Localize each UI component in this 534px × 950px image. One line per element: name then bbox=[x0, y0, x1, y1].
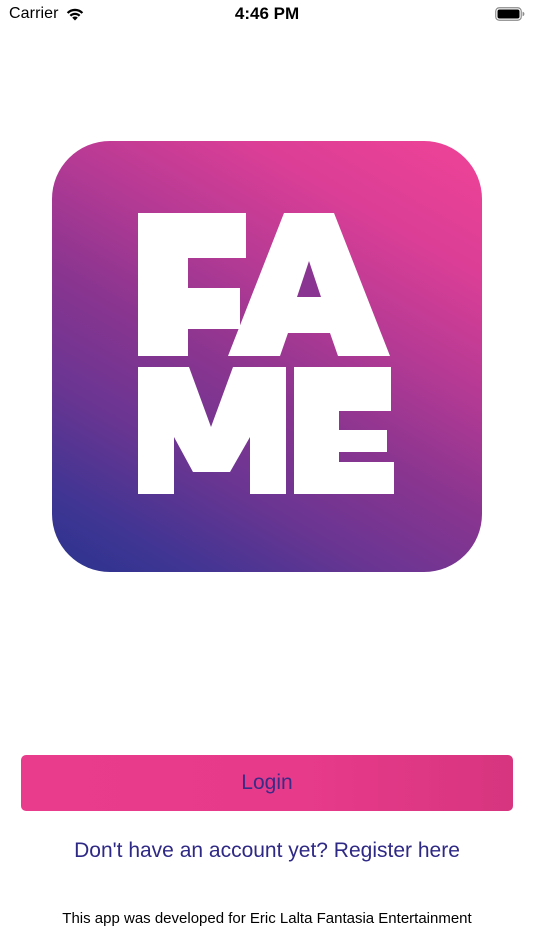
status-bar: Carrier 4:46 PM bbox=[0, 0, 534, 30]
fame-logo bbox=[52, 141, 482, 572]
register-link[interactable]: Don't have an account yet? Register here bbox=[0, 839, 534, 863]
login-screen: Carrier 4:46 PM Login Don't have an acco… bbox=[0, 0, 534, 950]
login-button[interactable]: Login bbox=[21, 755, 513, 811]
battery-icon bbox=[495, 7, 525, 21]
fame-logo-mark bbox=[138, 213, 394, 494]
developer-credit: This app was developed for Eric Lalta Fa… bbox=[62, 910, 472, 927]
status-time: 4:46 PM bbox=[234, 4, 300, 23]
